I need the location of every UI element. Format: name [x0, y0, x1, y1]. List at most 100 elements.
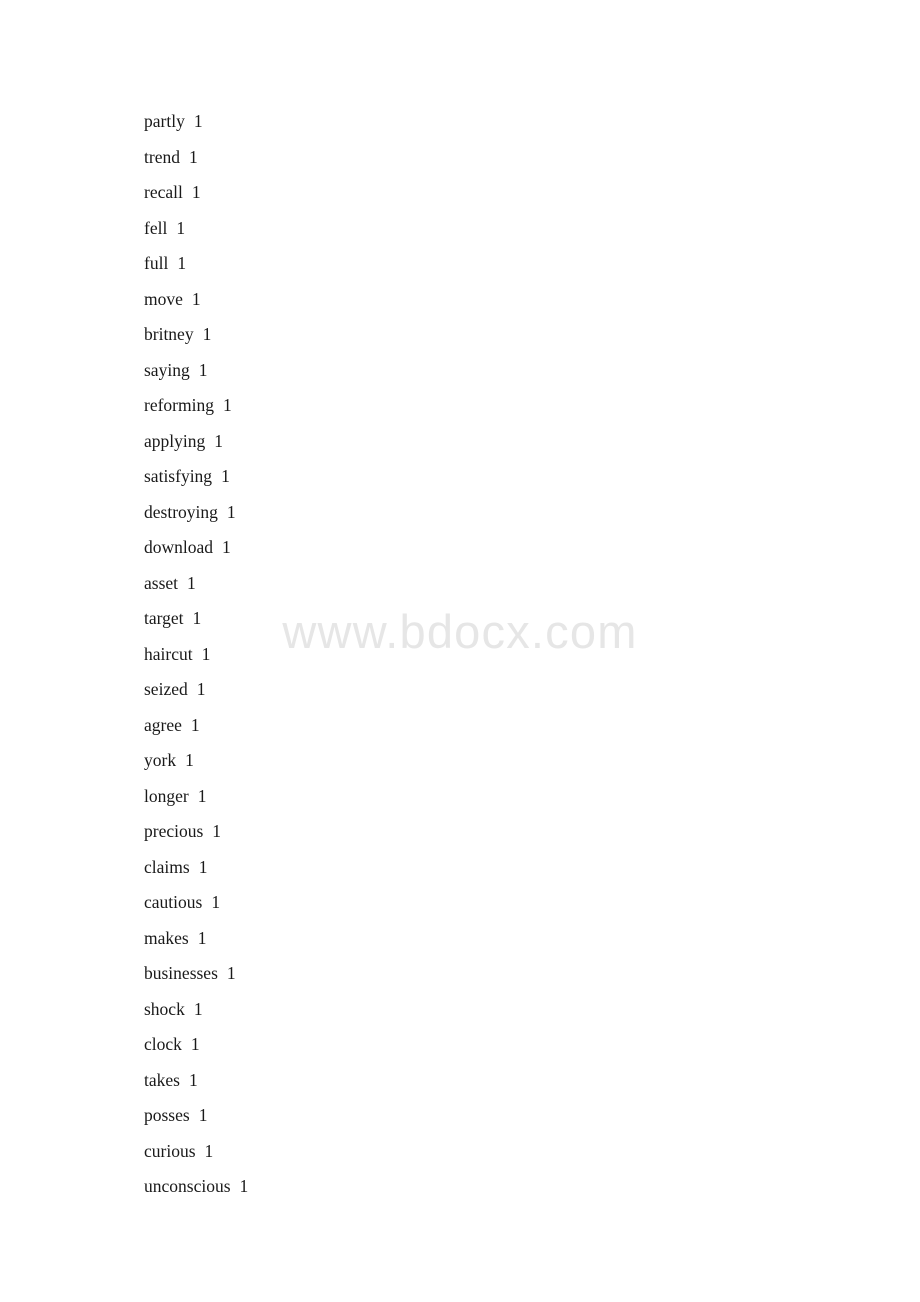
word-count: 1	[198, 856, 208, 877]
word-term: reforming	[144, 395, 214, 415]
word-term: asset	[144, 572, 179, 593]
word-count: 1	[190, 1034, 200, 1054]
word-term: download	[144, 537, 214, 557]
word-term: agree	[144, 714, 182, 735]
word-entry: york 1	[144, 743, 248, 779]
word-count: 1	[193, 998, 203, 1019]
word-term: saying	[144, 359, 190, 380]
word-count-spacer	[202, 885, 211, 921]
word-count-spacer	[183, 282, 192, 318]
word-count: 1	[191, 288, 201, 309]
word-count: 1	[226, 501, 236, 522]
word-count: 1	[214, 430, 223, 451]
word-term: posses	[144, 1105, 190, 1125]
word-term: recall	[144, 182, 183, 202]
word-entry: agree 1	[144, 708, 248, 744]
word-count-spacer	[188, 672, 197, 708]
word-count-spacer	[213, 530, 222, 566]
word-term: unconscious	[144, 1176, 231, 1196]
word-entry: clock 1	[144, 1027, 248, 1063]
word-count: 1	[188, 1069, 198, 1090]
word-term: target	[144, 608, 184, 628]
word-entry: download 1	[144, 530, 248, 566]
word-count: 1	[212, 821, 222, 841]
word-count: 1	[221, 466, 230, 486]
word-count-spacer	[196, 1134, 205, 1170]
word-entry: saying 1	[144, 353, 248, 389]
word-entry: applying 1	[144, 424, 248, 460]
word-entry: full 1	[144, 246, 248, 282]
word-count-spacer	[218, 495, 227, 531]
word-count-spacer	[185, 104, 194, 140]
word-entry: destroying 1	[144, 495, 248, 531]
word-term: york	[144, 750, 177, 770]
word-count: 1	[191, 182, 201, 202]
word-count-spacer	[218, 956, 227, 992]
word-count-spacer	[185, 992, 194, 1028]
word-count-spacer	[180, 1063, 189, 1099]
word-count-spacer	[176, 743, 185, 779]
word-entry: haircut 1	[144, 637, 248, 673]
word-count: 1	[239, 1176, 249, 1196]
word-count: 1	[193, 111, 203, 131]
word-count-spacer	[167, 211, 176, 247]
word-count: 1	[198, 359, 208, 380]
word-entry: move 1	[144, 282, 248, 318]
word-term: makes	[144, 927, 189, 948]
word-count-spacer	[205, 424, 214, 460]
word-entry: curious 1	[144, 1134, 248, 1170]
word-count: 1	[176, 217, 186, 238]
word-entry: cautious 1	[144, 885, 248, 921]
word-count-spacer	[189, 921, 198, 957]
word-entry: shock 1	[144, 992, 248, 1028]
word-count: 1	[197, 785, 207, 806]
word-entry: satisfying 1	[144, 459, 248, 495]
word-entry: longer 1	[144, 779, 248, 815]
word-term: full	[144, 253, 169, 273]
word-count: 1	[204, 1140, 214, 1161]
word-entry: precious 1	[144, 814, 248, 850]
word-entry: britney 1	[144, 317, 248, 353]
word-count-spacer	[231, 1169, 240, 1205]
word-count: 1	[201, 643, 211, 664]
word-count-spacer	[182, 1027, 191, 1063]
word-term: precious	[144, 821, 204, 841]
word-count: 1	[211, 892, 221, 912]
word-count: 1	[202, 324, 212, 344]
word-count: 1	[187, 572, 196, 593]
word-count: 1	[177, 253, 187, 273]
word-count-spacer	[190, 353, 199, 389]
word-entry: seized 1	[144, 672, 248, 708]
word-term: claims	[144, 856, 190, 877]
word-count-spacer	[180, 140, 189, 176]
watermark: www.bdocx.com	[282, 605, 638, 658]
word-term: fell	[144, 217, 168, 238]
word-entry: trend 1	[144, 140, 248, 176]
word-count-spacer	[184, 601, 193, 637]
word-entry: makes 1	[144, 921, 248, 957]
word-term: cautious	[144, 892, 203, 912]
word-entry: posses 1	[144, 1098, 248, 1134]
word-entry: reforming 1	[144, 388, 248, 424]
word-count: 1	[188, 146, 198, 167]
word-entry: businesses 1	[144, 956, 248, 992]
word-count-spacer	[214, 388, 223, 424]
word-term: trend	[144, 146, 180, 167]
word-entry: claims 1	[144, 850, 248, 886]
word-term: clock	[144, 1034, 182, 1054]
word-term: shock	[144, 998, 185, 1019]
word-term: curious	[144, 1140, 196, 1161]
document-page: www.bdocx.com partly 1 trend 1 recall 1 fel…	[0, 0, 920, 1302]
word-count-spacer	[212, 459, 221, 495]
word-term: partly	[144, 111, 185, 131]
word-term: satisfying	[144, 466, 213, 486]
word-count: 1	[192, 608, 202, 628]
word-entry: partly 1	[144, 104, 248, 140]
word-entry: target 1	[144, 601, 248, 637]
word-term: haircut	[144, 643, 193, 664]
word-count-spacer	[190, 850, 199, 886]
word-entry: unconscious 1	[144, 1169, 248, 1205]
word-count: 1	[196, 679, 206, 699]
word-entry: takes 1	[144, 1063, 248, 1099]
word-count-spacer	[203, 814, 212, 850]
